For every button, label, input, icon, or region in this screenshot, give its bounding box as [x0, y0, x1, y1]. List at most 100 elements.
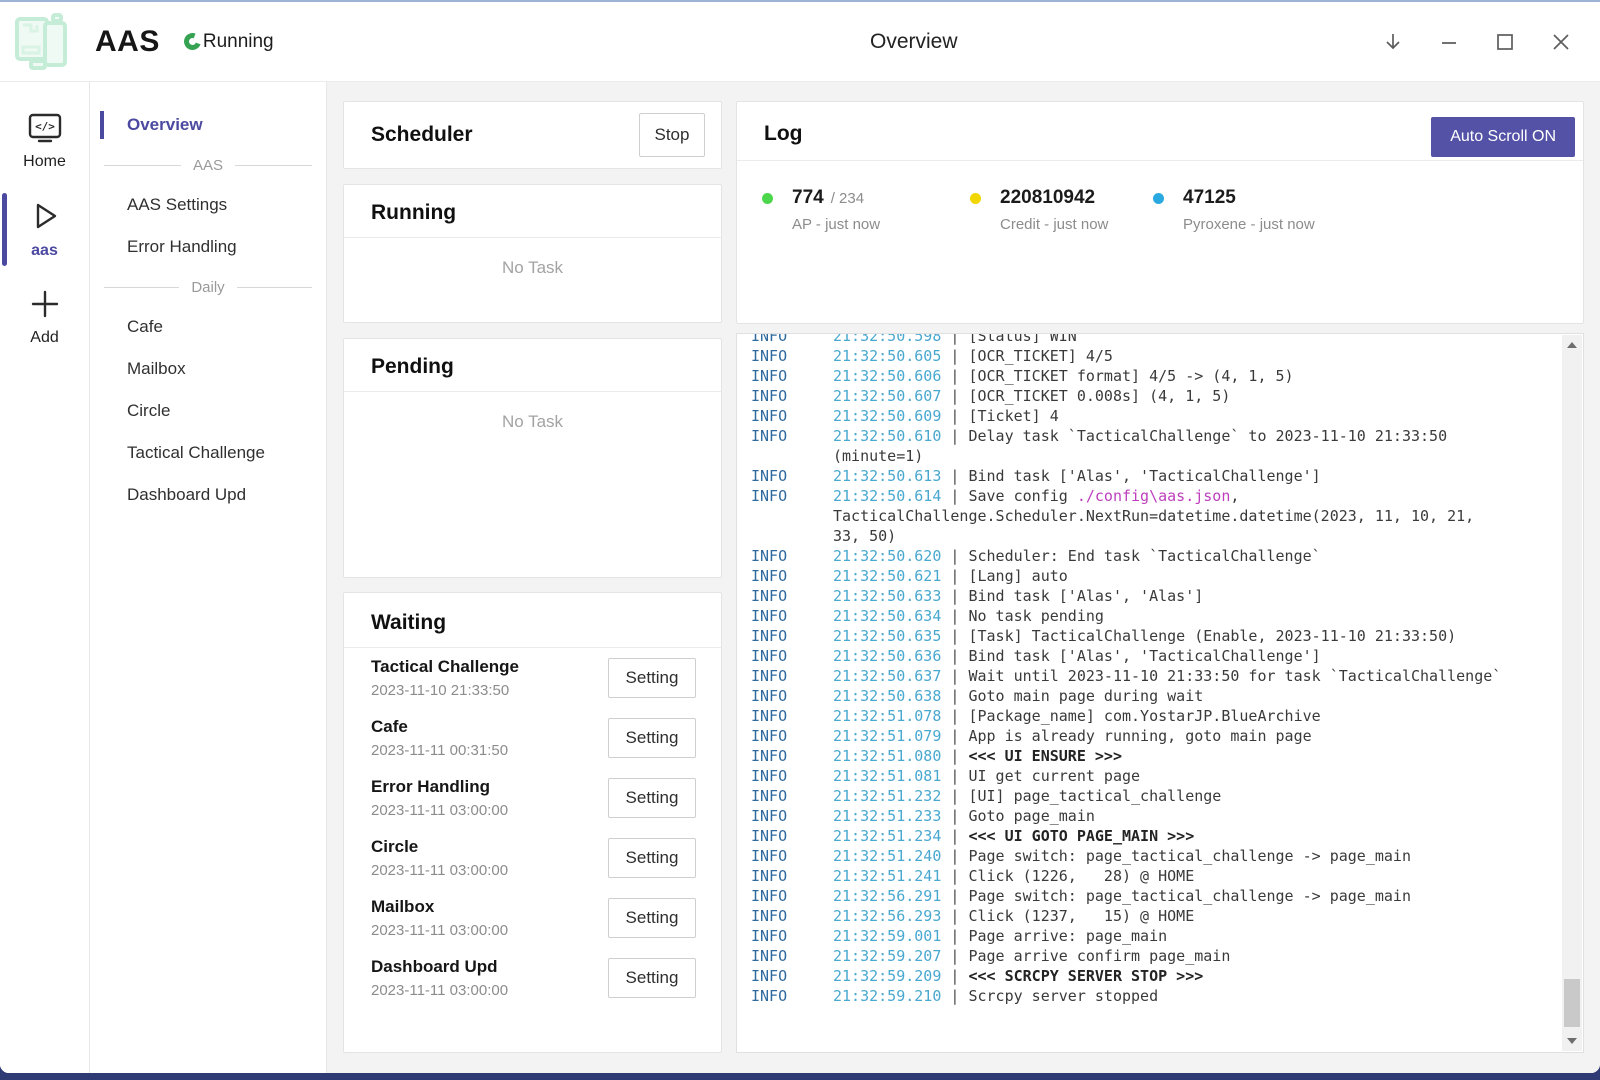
log-level: INFO — [751, 986, 833, 1006]
sidebar-item-circle[interactable]: Circle — [90, 390, 326, 432]
log-timestamp: 21:32:50.621 — [833, 567, 941, 585]
waiting-task-info: Cafe2023-11-11 00:31:50 — [371, 717, 608, 759]
waiting-task-list: Tactical Challenge2023-11-10 21:33:50Set… — [344, 648, 721, 1008]
log-line: INFO21:32:59.209 | <<< SCRCPY SERVER STO… — [751, 966, 1549, 986]
log-separator: | — [941, 667, 968, 685]
pending-title: Pending — [371, 355, 721, 379]
stat-block: 47125Pyroxene - just now — [1153, 187, 1315, 233]
waiting-task-info: Error Handling2023-11-11 03:00:00 — [371, 777, 608, 819]
rail-item-label: Home — [0, 153, 89, 171]
waiting-task-row: Tactical Challenge2023-11-10 21:33:50Set… — [344, 648, 721, 708]
log-timestamp: 21:32:56.291 — [833, 887, 941, 905]
minimize-button[interactable] — [1436, 29, 1462, 55]
log-message: 21:32:50.637 | Wait until 2023-11-10 21:… — [833, 666, 1549, 686]
log-line: INFO21:32:51.241 | Click (1226, 28) @ HO… — [751, 866, 1549, 886]
sidebar-item-tactical-challenge[interactable]: Tactical Challenge — [90, 432, 326, 474]
log-level: INFO — [751, 706, 833, 726]
stat-top-row: 47125 — [1153, 187, 1315, 209]
sidebar-item-aas-settings[interactable]: AAS Settings — [90, 184, 326, 226]
running-empty-text: No Task — [344, 238, 721, 278]
scheduler-column: Scheduler Stop Running No Task Pending N… — [343, 101, 722, 1053]
log-line: INFO21:32:51.240 | Page switch: page_tac… — [751, 846, 1549, 866]
log-line: INFO21:32:50.633 | Bind task ['Alas', 'A… — [751, 586, 1549, 606]
log-message: 21:32:51.081 | UI get current page — [833, 766, 1549, 786]
log-level: INFO — [751, 333, 833, 346]
log-level: INFO — [751, 426, 833, 466]
scroll-down-arrow-icon[interactable] — [1562, 1031, 1582, 1051]
setting-button[interactable]: Setting — [608, 898, 696, 938]
log-timestamp: 21:32:50.633 — [833, 587, 941, 605]
rail-item-home[interactable]: </>Home — [0, 104, 89, 181]
log-line: INFO21:32:59.210 | Scrcpy server stopped — [751, 986, 1549, 1006]
log-level: INFO — [751, 846, 833, 866]
sidebar-item-dashboard-upd[interactable]: Dashboard Upd — [90, 474, 326, 516]
log-level: INFO — [751, 346, 833, 366]
sidebar-item-overview[interactable]: Overview — [90, 104, 326, 146]
scrollbar-thumb[interactable] — [1564, 979, 1580, 1027]
log-scrollbar[interactable] — [1562, 335, 1582, 1051]
setting-button[interactable]: Setting — [608, 658, 696, 698]
log-message: 21:32:50.633 | Bind task ['Alas', 'Alas'… — [833, 586, 1549, 606]
waiting-task-next-run: 2023-11-11 03:00:00 — [371, 982, 608, 999]
scheduler-status: Running — [184, 31, 274, 53]
log-timestamp: 21:32:59.207 — [833, 947, 941, 965]
log-line: INFO21:32:56.291 | Page switch: page_tac… — [751, 886, 1549, 906]
log-separator: | — [941, 607, 968, 625]
setting-button[interactable]: Setting — [608, 778, 696, 818]
sidebar-item-mailbox[interactable]: Mailbox — [90, 348, 326, 390]
stop-button[interactable]: Stop — [639, 113, 705, 157]
log-timestamp: 21:32:50.638 — [833, 687, 941, 705]
log-level: INFO — [751, 366, 833, 386]
log-separator: | — [941, 727, 968, 745]
log-message: 21:32:59.001 | Page arrive: page_main — [833, 926, 1549, 946]
log-line: INFO21:32:56.293 | Click (1237, 15) @ HO… — [751, 906, 1549, 926]
close-button[interactable] — [1548, 29, 1574, 55]
log-line: INFO21:32:51.234 | <<< UI GOTO PAGE_MAIN… — [751, 826, 1549, 846]
log-separator: | — [941, 367, 968, 385]
rail-item-aas[interactable]: aas — [0, 189, 89, 270]
log-message: 21:32:50.598 | [Status] WIN — [833, 333, 1549, 346]
log-message: 21:32:50.614 | Save config ./config\aas.… — [833, 486, 1549, 546]
log-timestamp: 21:32:50.636 — [833, 647, 941, 665]
log-timestamp: 21:32:50.607 — [833, 387, 941, 405]
log-message: 21:32:50.621 | [Lang] auto — [833, 566, 1549, 586]
running-card: Running No Task — [343, 184, 722, 323]
setting-button[interactable]: Setting — [608, 838, 696, 878]
sidebar-item-cafe[interactable]: Cafe — [90, 306, 326, 348]
log-message: 21:32:50.606 | [OCR_TICKET format] 4/5 -… — [833, 366, 1549, 386]
log-line: INFO21:32:50.598 | [Status] WIN — [751, 333, 1549, 346]
scrollbar-track[interactable] — [1562, 355, 1582, 1031]
scroll-up-arrow-icon[interactable] — [1562, 335, 1582, 355]
log-timestamp: 21:32:51.233 — [833, 807, 941, 825]
auto-scroll-button[interactable]: Auto Scroll ON — [1431, 117, 1575, 157]
rail-item-add[interactable]: Add — [0, 278, 89, 357]
stat-value: 220810942 — [1000, 187, 1095, 209]
log-timestamp: 21:32:50.613 — [833, 467, 941, 485]
divider-line — [104, 165, 181, 166]
log-console[interactable]: INFO21:32:50.598 | [Status] WININFO21:32… — [736, 333, 1584, 1053]
log-level: INFO — [751, 686, 833, 706]
log-separator: | — [941, 387, 968, 405]
waiting-task-row: Dashboard Upd2023-11-11 03:00:00Setting — [344, 948, 721, 1008]
log-separator: | — [941, 467, 968, 485]
pending-card: Pending No Task — [343, 338, 722, 578]
log-level: INFO — [751, 466, 833, 486]
log-separator: | — [941, 747, 968, 765]
main-panel: Scheduler Stop Running No Task Pending N… — [327, 82, 1600, 1073]
setting-button[interactable]: Setting — [608, 718, 696, 758]
log-line: INFO21:32:50.621 | [Lang] auto — [751, 566, 1549, 586]
waiting-task-info: Dashboard Upd2023-11-11 03:00:00 — [371, 957, 608, 999]
log-level: INFO — [751, 486, 833, 546]
stat-block: 220810942Credit - just now — [970, 187, 1153, 233]
log-timestamp: 21:32:59.210 — [833, 987, 941, 1005]
maximize-button[interactable] — [1492, 29, 1518, 55]
log-timestamp: 21:32:51.079 — [833, 727, 941, 745]
stat-top-row: 220810942 — [970, 187, 1153, 209]
waiting-task-row: Mailbox2023-11-11 03:00:00Setting — [344, 888, 721, 948]
setting-button[interactable]: Setting — [608, 958, 696, 998]
log-timestamp: 21:32:50.620 — [833, 547, 941, 565]
log-timestamp: 21:32:50.606 — [833, 367, 941, 385]
log-line: INFO21:32:50.636 | Bind task ['Alas', 'T… — [751, 646, 1549, 666]
sidebar-item-error-handling[interactable]: Error Handling — [90, 226, 326, 268]
download-update-button[interactable] — [1380, 29, 1406, 55]
